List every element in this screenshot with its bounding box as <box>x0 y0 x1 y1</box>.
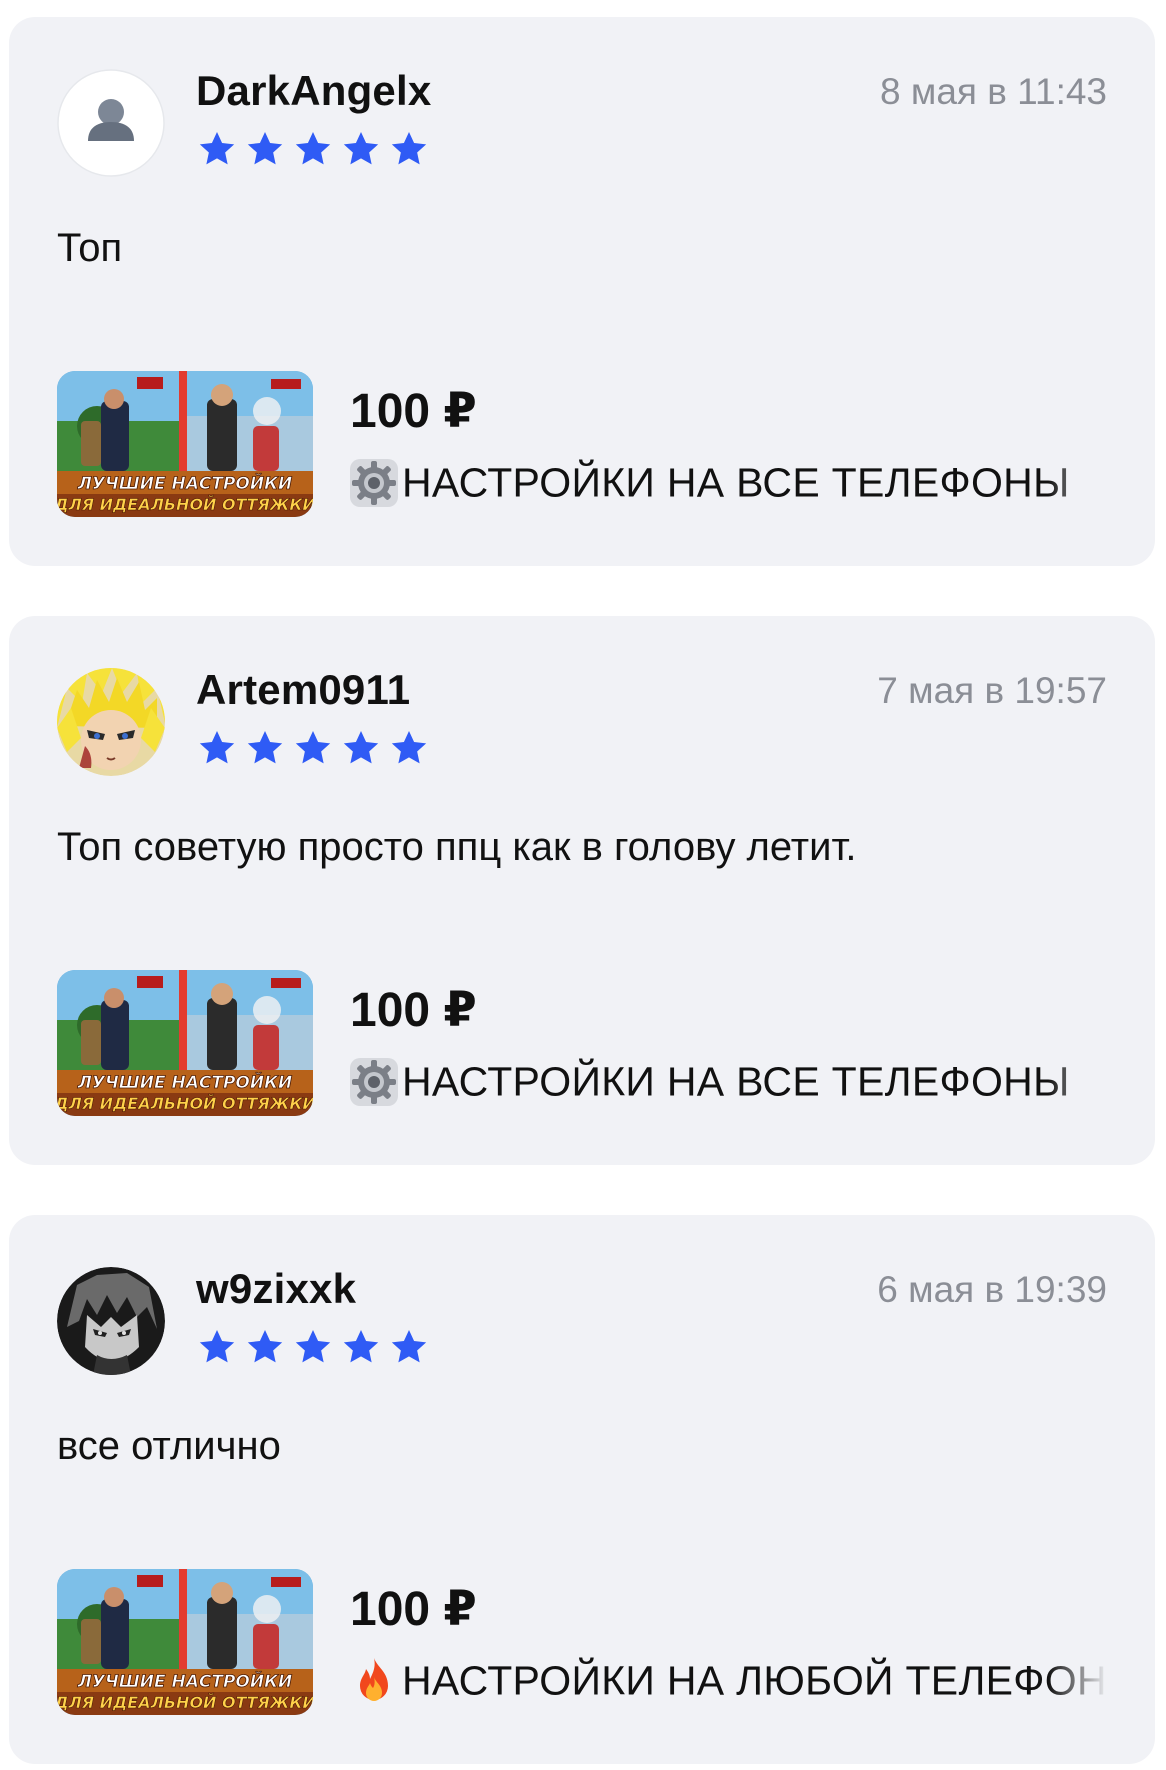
star-icon <box>197 129 237 169</box>
star-icon <box>293 129 333 169</box>
review-card: w9zixxk 6 мая в 19:39 все отлично 100 ₽ … <box>9 1215 1155 1764</box>
product-title: НАСТРОЙКИ НА ВСЕ ТЕЛЕФОНЫ <box>402 1058 1070 1105</box>
product-thumbnail[interactable] <box>57 371 313 517</box>
star-icon <box>245 1327 285 1367</box>
star-icon <box>293 728 333 768</box>
review-text: Топ <box>57 226 123 270</box>
product-title: НАСТРОЙКИ НА ВСЕ ТЕЛЕФОНЫ <box>402 459 1070 506</box>
avatar[interactable] <box>57 1267 165 1375</box>
avatar[interactable] <box>57 668 165 776</box>
product-title: НАСТРОЙКИ НА ЛЮБОЙ ТЕЛЕФОН <box>402 1657 1107 1704</box>
product-thumbnail[interactable] <box>57 1569 313 1715</box>
product-thumbnail[interactable] <box>57 970 313 1116</box>
review-text: Топ советую просто ппц как в голову лети… <box>57 825 857 869</box>
product-title-row[interactable]: НАСТРОЙКИ НА ЛЮБОЙ ТЕЛЕФОН <box>348 1655 1108 1709</box>
product-thumbnail-image <box>57 970 313 1116</box>
star-icon <box>389 1327 429 1367</box>
product-title-row[interactable]: НАСТРОЙКИ НА ВСЕ ТЕЛЕФОНЫ <box>348 1056 1108 1110</box>
star-icon <box>389 129 429 169</box>
star-icon <box>341 728 381 768</box>
gear-icon <box>348 1056 400 1108</box>
review-date: 7 мая в 19:57 <box>877 670 1107 711</box>
product-price: 100 ₽ <box>350 1583 477 1636</box>
product-thumbnail-image <box>57 371 313 517</box>
anime-avatar-image <box>57 668 165 776</box>
rating-stars <box>197 129 429 169</box>
reviews-feed: DarkAngelx 8 мая в 11:43 Топ 100 ₽ НАСТР… <box>0 0 1166 1770</box>
star-icon <box>245 728 285 768</box>
avatar[interactable] <box>57 69 165 177</box>
star-icon <box>341 1327 381 1367</box>
product-link[interactable]: 100 ₽ НАСТРОЙКИ НА ВСЕ ТЕЛЕФОНЫ <box>57 371 1109 517</box>
product-link[interactable]: 100 ₽ НАСТРОЙКИ НА ЛЮБОЙ ТЕЛЕФОН <box>57 1569 1109 1715</box>
username[interactable]: DarkAngelx <box>196 67 431 115</box>
rating-stars <box>197 728 429 768</box>
fire-icon <box>348 1655 400 1707</box>
username[interactable]: Artem0911 <box>196 666 410 714</box>
product-thumbnail-image <box>57 1569 313 1715</box>
username[interactable]: w9zixxk <box>196 1265 356 1313</box>
review-card: Artem0911 7 мая в 19:57 Топ советую прос… <box>9 616 1155 1165</box>
star-icon <box>293 1327 333 1367</box>
star-icon <box>197 1327 237 1367</box>
review-date: 6 мая в 19:39 <box>877 1269 1107 1310</box>
product-title-row[interactable]: НАСТРОЙКИ НА ВСЕ ТЕЛЕФОНЫ <box>348 457 1108 511</box>
star-icon <box>341 129 381 169</box>
product-price: 100 ₽ <box>350 984 477 1037</box>
review-date: 8 мая в 11:43 <box>880 71 1107 112</box>
review-card: DarkAngelx 8 мая в 11:43 Топ 100 ₽ НАСТР… <box>9 17 1155 566</box>
default-user-icon <box>57 69 165 177</box>
rating-stars <box>197 1327 429 1367</box>
product-link[interactable]: 100 ₽ НАСТРОЙКИ НА ВСЕ ТЕЛЕФОНЫ <box>57 970 1109 1116</box>
star-icon <box>389 728 429 768</box>
gear-icon <box>348 457 400 509</box>
product-price: 100 ₽ <box>350 385 477 438</box>
dark-anime-avatar-image <box>57 1267 165 1375</box>
review-text: все отлично <box>57 1424 281 1468</box>
star-icon <box>245 129 285 169</box>
star-icon <box>197 728 237 768</box>
